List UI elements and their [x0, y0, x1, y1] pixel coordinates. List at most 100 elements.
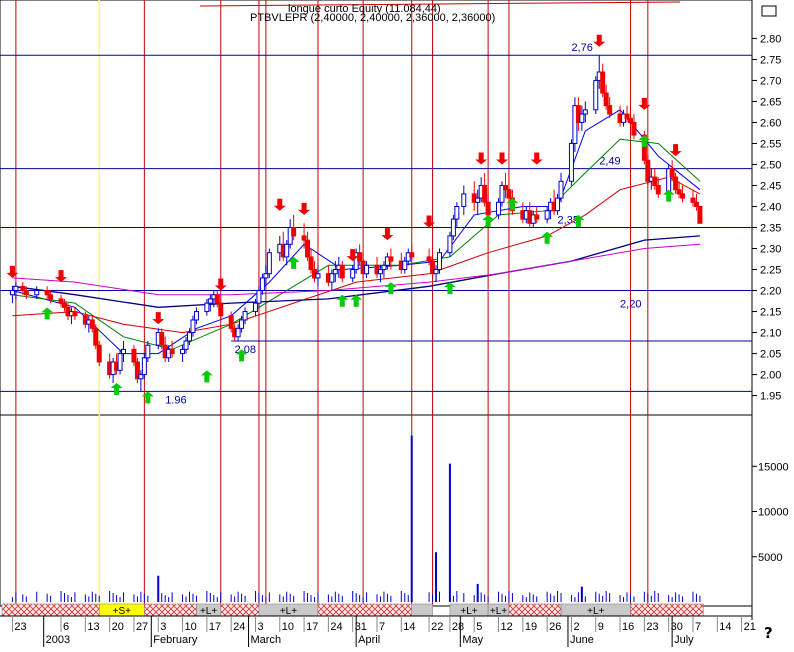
candle-body	[454, 205, 460, 220]
day-tick-label: 10	[282, 621, 294, 633]
stock-chart: 2,76 2,49 2,35 2,20 2,08 1.96 2.80 2.75 2.70 2.65…	[0, 0, 794, 647]
sell-arrow-icon	[530, 152, 543, 165]
candle	[697, 205, 703, 224]
moving-average-line	[12, 109, 701, 355]
candle	[315, 265, 321, 287]
candle-body	[534, 214, 540, 220]
day-tick-label: 28	[452, 621, 464, 633]
buy-arrow-icon	[200, 370, 213, 383]
buy-arrow-icon	[662, 189, 675, 202]
candle-body	[308, 256, 314, 271]
chart-svg: 2,762,492,352,202,081.962.802.752.702.65…	[0, 0, 789, 647]
candle-body	[301, 235, 307, 241]
candle-body	[357, 252, 363, 262]
position-strip-segment	[411, 603, 433, 617]
candle	[593, 76, 599, 115]
month-label: May	[462, 634, 483, 646]
day-tick-label: 7	[695, 621, 701, 633]
position-strip-label: +L+	[200, 606, 217, 617]
candle-body	[180, 348, 186, 355]
candle-body	[502, 184, 508, 191]
candle-body	[437, 252, 442, 271]
level-label: 1.96	[165, 394, 186, 406]
candle	[339, 261, 345, 283]
month-label: April	[358, 634, 380, 646]
position-strip-segment	[144, 603, 197, 617]
day-tick-label: 22	[431, 621, 443, 633]
candle-body	[48, 294, 54, 300]
level-label: 2,49	[599, 156, 620, 168]
candle-body	[44, 290, 50, 296]
candle-body	[305, 239, 311, 258]
candle	[13, 282, 19, 299]
day-tick-label: 23	[14, 621, 26, 633]
buy-arrow-icon	[287, 256, 300, 269]
price-tick-label: 2.65	[760, 96, 781, 108]
day-tick-label: 13	[87, 621, 99, 633]
price-tick-label: 1.95	[760, 391, 781, 403]
price-tick-label: 2.50	[760, 159, 781, 171]
sell-arrow-icon	[273, 198, 286, 211]
sell-arrow-icon	[669, 144, 682, 157]
sell-arrow-icon	[152, 312, 165, 325]
candle-body	[693, 201, 699, 207]
chart-header-line2: PTBVLEPR (2,40000, 2,40000, 2,36000, 2,3…	[250, 12, 496, 24]
candle-body	[207, 298, 213, 304]
day-tick-label: 2	[573, 621, 579, 633]
buy-arrow-icon	[506, 198, 519, 211]
candle-body	[582, 109, 588, 115]
candle-body	[284, 243, 290, 258]
candle-body	[676, 189, 682, 195]
candle-body	[72, 311, 78, 317]
day-tick-label: 24	[330, 621, 342, 633]
candle-body	[93, 327, 99, 346]
candle-body	[388, 256, 394, 262]
candle-body	[190, 319, 196, 334]
day-tick-label: 7	[379, 621, 385, 633]
candle-body	[627, 117, 633, 123]
price-tick-label: 2.80	[760, 33, 781, 45]
sell-arrow-icon	[214, 278, 227, 291]
candle-body	[690, 197, 696, 203]
price-tick-label: 2.15	[760, 307, 781, 319]
candle-body	[555, 197, 561, 212]
price-tick-label: 2.05	[760, 349, 781, 361]
candle-body	[141, 357, 147, 376]
candle-body	[23, 290, 29, 296]
help-icon[interactable]: ?	[764, 624, 773, 642]
candle-body	[655, 184, 661, 195]
sell-arrow-icon	[593, 34, 606, 47]
price-tick-label: 2.40	[760, 201, 781, 213]
candle-body	[235, 327, 241, 338]
candle-body	[193, 311, 199, 321]
month-label: February	[153, 634, 198, 646]
candle-body	[266, 252, 272, 275]
day-tick-label: 17	[306, 621, 318, 633]
candle	[437, 248, 442, 274]
candle-body	[669, 168, 675, 178]
candle-body	[121, 348, 127, 355]
day-tick-label: 6	[63, 621, 69, 633]
month-label: March	[251, 634, 282, 646]
candle-body	[315, 273, 321, 279]
candle-body	[579, 113, 585, 123]
candle-body	[697, 205, 703, 224]
position-strip-label: +S+	[113, 606, 132, 617]
candle-body	[680, 193, 686, 199]
day-tick-label: 19	[525, 621, 537, 633]
position-strip-segment	[317, 603, 412, 617]
price-tick-label: 2.35	[760, 223, 781, 235]
candle-body	[339, 264, 345, 279]
sell-arrow-icon	[6, 265, 19, 278]
candle-body	[138, 374, 144, 380]
candle-body	[482, 184, 488, 203]
day-tick-label: 3	[160, 621, 166, 633]
candle-body	[291, 227, 297, 237]
day-tick-label: 21	[744, 621, 756, 633]
buy-arrow-icon	[110, 382, 123, 395]
day-tick-label: 12	[501, 621, 513, 633]
candle-body	[239, 319, 245, 329]
position-strip-label: +L+	[280, 606, 297, 617]
sell-arrow-icon	[298, 202, 311, 215]
price-tick-label: 2.25	[760, 265, 781, 277]
